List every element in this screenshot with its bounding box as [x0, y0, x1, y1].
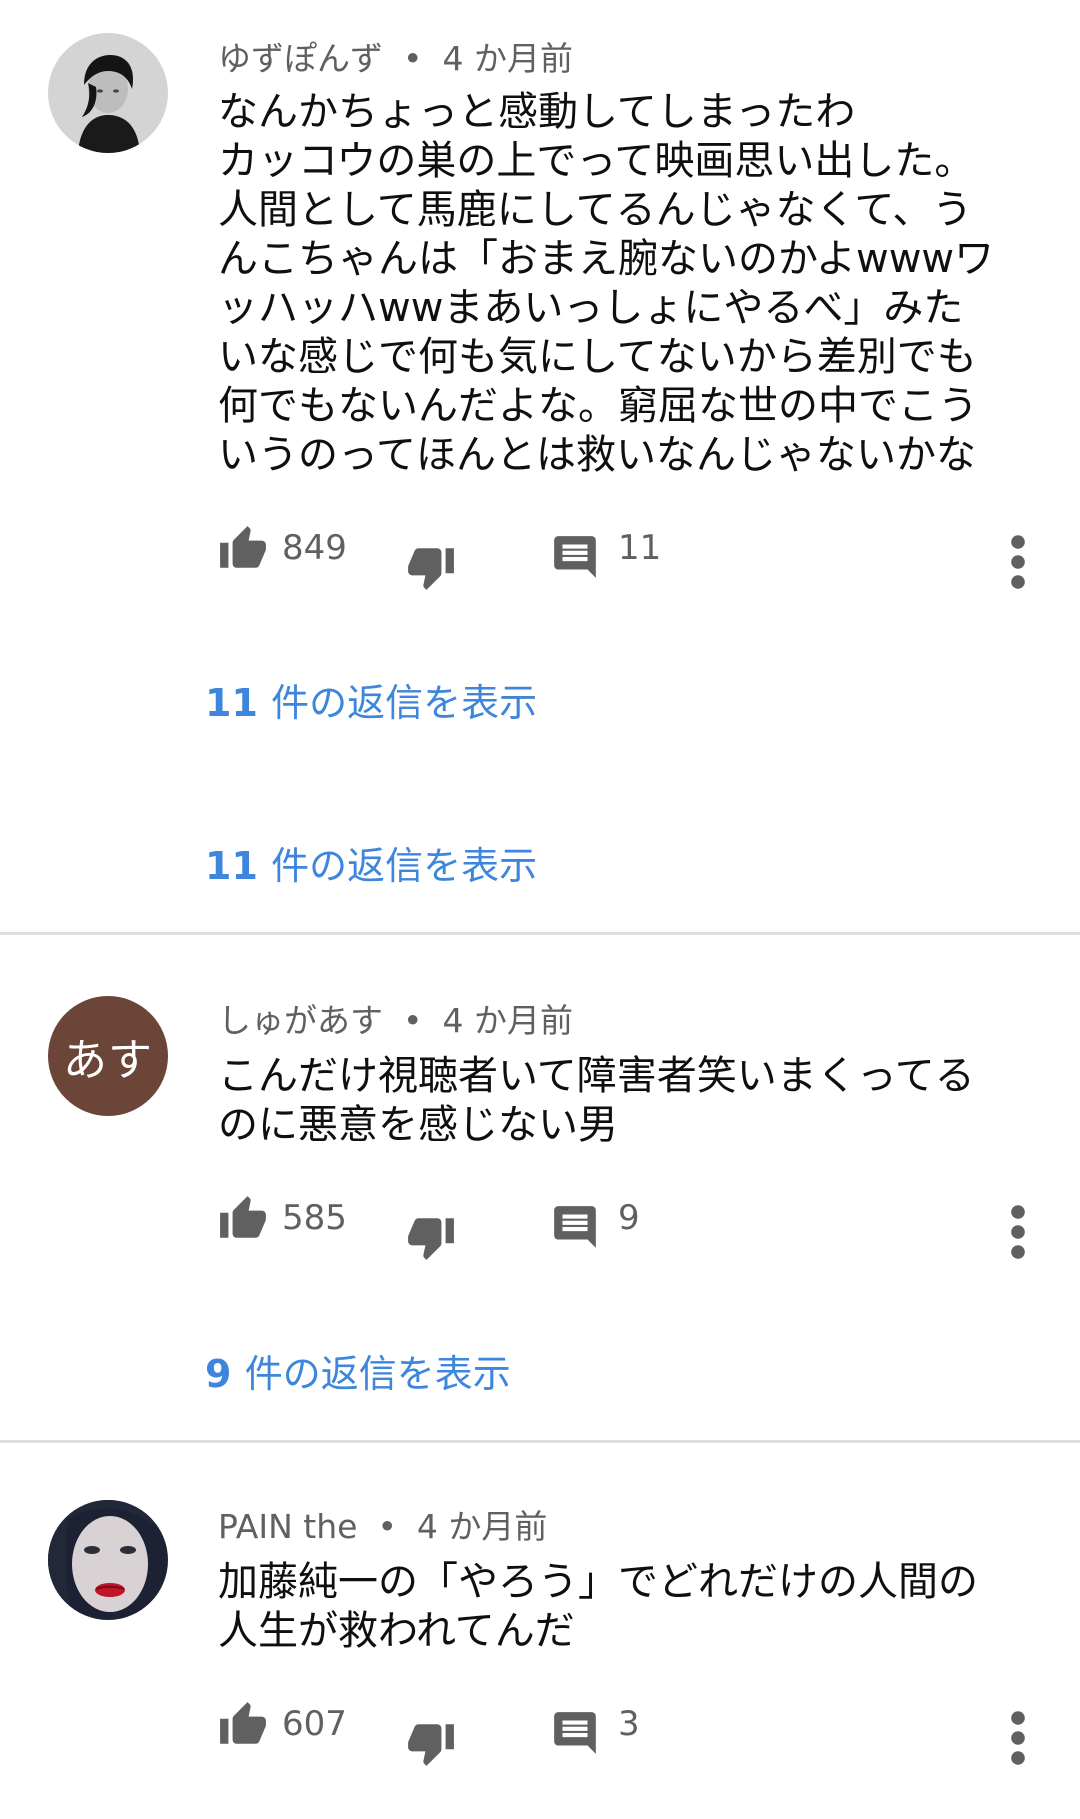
divider	[0, 932, 1080, 935]
replies-link-label: 件の返信を表示	[271, 844, 538, 888]
avatar[interactable]	[48, 1500, 168, 1620]
avatar[interactable]: あす	[48, 996, 168, 1116]
comment-actions: 607 3	[218, 1700, 1038, 1760]
replies-count: 11	[205, 681, 258, 725]
comment-actions: 849 11	[218, 524, 1038, 584]
comment-time: 4 か月前	[442, 1001, 573, 1040]
more-options-button[interactable]	[998, 1204, 1038, 1260]
reply-button[interactable]	[550, 532, 600, 582]
like-button[interactable]	[218, 1194, 268, 1244]
view-replies-link[interactable]: 11 件の返信を表示	[205, 835, 537, 890]
more-options-button[interactable]	[998, 534, 1038, 590]
separator-dot: •	[377, 1507, 397, 1546]
dislike-button[interactable]	[406, 1718, 456, 1768]
comment-icon	[550, 1708, 600, 1758]
comment-icon	[550, 1202, 600, 1252]
comment-time: 4 か月前	[416, 1507, 548, 1546]
comment-meta: しゅがあす • 4 か月前	[218, 994, 573, 1042]
view-replies-link[interactable]: 9 件の返信を表示	[205, 1343, 511, 1398]
like-count: 849	[282, 528, 347, 568]
thumb-down-icon	[406, 1718, 456, 1768]
dislike-button[interactable]	[406, 542, 456, 592]
separator-dot: •	[403, 1001, 423, 1040]
separator-dot: •	[403, 39, 423, 78]
thumb-up-icon	[218, 524, 268, 574]
like-count: 607	[282, 1704, 347, 1744]
like-button[interactable]	[218, 524, 268, 574]
reply-count: 3	[618, 1704, 640, 1744]
thumb-down-icon	[406, 542, 456, 592]
thumb-up-icon	[218, 1700, 268, 1750]
view-replies-link[interactable]: 11 件の返信を表示	[205, 672, 537, 727]
divider	[0, 1440, 1080, 1443]
comment-meta: ゆずぽんず • 4 か月前	[218, 32, 573, 80]
replies-count: 11	[205, 844, 258, 888]
comment-time: 4 か月前	[442, 39, 573, 78]
comment-text: こんだけ視聴者いて障害者笑いまくってる のに悪意を感じない男	[218, 1053, 975, 1148]
like-button[interactable]	[218, 1700, 268, 1750]
comment-actions: 585 9	[218, 1194, 1038, 1254]
comment-text: なんかちょっと感動してしまったわ カッコウの巣の上でって映画思い出した。 人間と…	[218, 89, 995, 478]
author-name[interactable]: PAIN the	[218, 1507, 357, 1546]
like-count: 585	[282, 1198, 347, 1238]
avatar-photo-icon	[48, 33, 168, 153]
reply-button[interactable]	[550, 1202, 600, 1252]
replies-link-label: 件の返信を表示	[271, 681, 538, 725]
more-vertical-icon	[998, 1710, 1038, 1766]
dislike-button[interactable]	[406, 1212, 456, 1262]
thumb-down-icon	[406, 1212, 456, 1262]
avatar[interactable]	[48, 33, 168, 153]
comment-text: 加藤純一の「やろう」でどれだけの人間の 人生が救われてんだ	[218, 1559, 978, 1654]
avatar-photo-icon	[48, 1500, 168, 1620]
author-name[interactable]: ゆずぽんず	[218, 39, 383, 78]
reply-button[interactable]	[550, 1708, 600, 1758]
avatar-initials: あす	[63, 1035, 153, 1086]
comment-meta: PAIN the • 4 か月前	[218, 1500, 547, 1548]
author-name[interactable]: しゅがあす	[218, 1001, 383, 1040]
reply-count: 11	[618, 528, 662, 568]
more-options-button[interactable]	[998, 1710, 1038, 1766]
comment-icon	[550, 532, 600, 582]
more-vertical-icon	[998, 534, 1038, 590]
more-vertical-icon	[998, 1204, 1038, 1260]
reply-count: 9	[618, 1198, 640, 1238]
replies-count: 9	[205, 1352, 232, 1396]
replies-link-label: 件の返信を表示	[244, 1352, 511, 1396]
thumb-up-icon	[218, 1194, 268, 1244]
